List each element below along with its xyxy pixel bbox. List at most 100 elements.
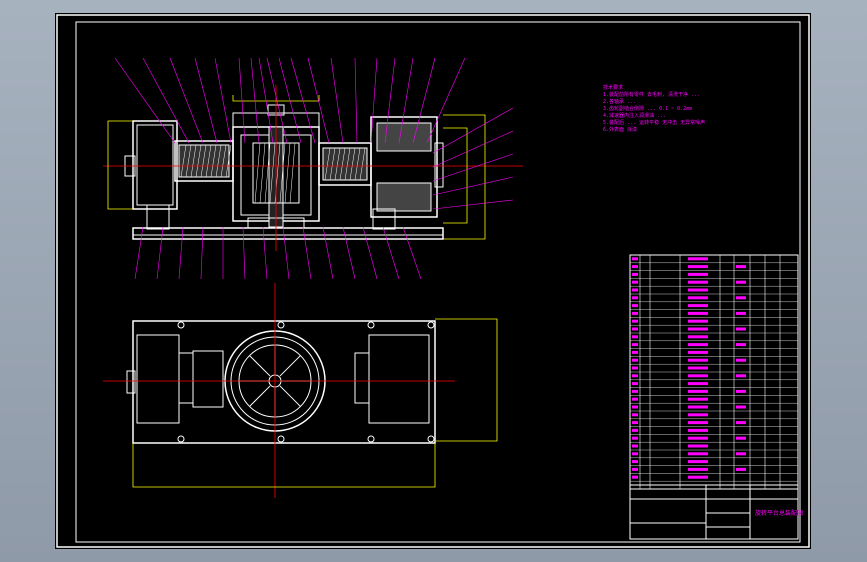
right-shaft-fill xyxy=(322,147,368,181)
right-motor-winding-top xyxy=(376,122,432,152)
hatch-c-7 xyxy=(289,142,296,204)
cell-mat-28 xyxy=(736,467,746,471)
cell-no-11 xyxy=(632,335,638,339)
spoke-7 xyxy=(279,355,301,377)
cell-no-18 xyxy=(632,389,638,393)
cell-no-13 xyxy=(632,350,638,354)
leader-top-14 xyxy=(370,57,378,144)
cell-mat-2 xyxy=(736,265,746,269)
hatch-c-6 xyxy=(284,142,291,204)
cell-name-10 xyxy=(688,327,708,331)
cell-name-29 xyxy=(688,475,708,479)
bolt-1 xyxy=(277,321,285,329)
leader-top-4 xyxy=(214,57,232,144)
cell-mat-14 xyxy=(736,358,746,362)
cell-mat-16 xyxy=(736,374,746,378)
bolt-7 xyxy=(427,435,435,443)
leader-right-1 xyxy=(432,130,514,168)
cell-mat-8 xyxy=(736,311,746,315)
cell-name-8 xyxy=(688,311,708,315)
base-plate xyxy=(132,227,444,240)
cell-no-4 xyxy=(632,280,638,284)
cell-no-23 xyxy=(632,428,638,432)
cell-name-18 xyxy=(688,389,708,393)
right-motor-winding-bottom xyxy=(376,182,432,212)
cell-name-15 xyxy=(688,366,708,370)
spoke-1 xyxy=(279,385,301,407)
technical-requirements: 技术要求 1.装配前所有零件 去毛刺, 清洗干净 ... 2.各轴承 ... 3… xyxy=(603,85,793,134)
cell-no-26 xyxy=(632,452,638,456)
cell-no-21 xyxy=(632,413,638,417)
leader-top-13 xyxy=(354,57,358,144)
dim-left-height xyxy=(107,120,133,210)
plan-right-coupling xyxy=(354,352,370,404)
bolt-6 xyxy=(367,435,375,443)
cell-name-1 xyxy=(688,257,708,261)
cell-name-24 xyxy=(688,436,708,440)
cell-mat-10 xyxy=(736,327,746,331)
cell-name-14 xyxy=(688,358,708,362)
leader-top-12 xyxy=(330,57,344,144)
leader-right-2 xyxy=(432,153,514,182)
plan-left-housing xyxy=(192,350,224,408)
left-housing xyxy=(132,120,178,210)
cell-no-6 xyxy=(632,296,638,300)
note-line-4: 4.减速器内注入润滑油 ... xyxy=(603,113,667,119)
hatch-c-1 xyxy=(259,142,266,204)
dim-right-height-2 xyxy=(443,127,468,224)
bolt-2 xyxy=(367,321,375,329)
cell-no-3 xyxy=(632,272,638,276)
leader-top-7 xyxy=(258,57,274,144)
cell-name-19 xyxy=(688,397,708,401)
bolt-0 xyxy=(177,321,185,329)
cell-no-19 xyxy=(632,397,638,401)
cell-mat-12 xyxy=(736,343,746,347)
cell-no-22 xyxy=(632,421,638,425)
cell-no-24 xyxy=(632,436,638,440)
cell-mat-26 xyxy=(736,452,746,456)
cell-name-4 xyxy=(688,280,708,284)
note-line-5: 5.装配后 ... 运转平稳 无冲击 无异常噪声 xyxy=(603,120,706,126)
cell-name-6 xyxy=(688,296,708,300)
cell-mat-4 xyxy=(736,280,746,284)
note-line-2: 2.各轴承 ... xyxy=(603,99,637,105)
spoke-5 xyxy=(249,355,271,377)
drawing-sheet: 技术要求 1.装配前所有零件 去毛刺, 清洗干净 ... 2.各轴承 ... 3… xyxy=(55,13,811,549)
cell-no-9 xyxy=(632,319,638,323)
cell-no-2 xyxy=(632,265,638,269)
plan-left-coupling xyxy=(178,352,194,404)
cell-name-9 xyxy=(688,319,708,323)
cell-no-25 xyxy=(632,444,638,448)
leader-top-18 xyxy=(426,57,466,144)
spoke-3 xyxy=(249,385,271,407)
cell-mat-6 xyxy=(736,296,746,300)
cell-name-7 xyxy=(688,304,708,308)
note-line-1: 1.装配前所有零件 去毛刺, 清洗干净 ... xyxy=(603,92,701,98)
cell-name-3 xyxy=(688,272,708,276)
cell-name-13 xyxy=(688,350,708,354)
cell-mat-24 xyxy=(736,436,746,440)
dim-plan-height xyxy=(435,318,498,442)
cell-name-27 xyxy=(688,460,708,464)
right-support xyxy=(372,208,396,230)
cell-name-2 xyxy=(688,265,708,269)
plan-end-cap xyxy=(126,370,136,394)
cell-name-22 xyxy=(688,421,708,425)
plan-base xyxy=(132,320,436,444)
cell-no-28 xyxy=(632,467,638,471)
leader-right-3 xyxy=(432,176,514,196)
hatch-c-0 xyxy=(254,142,261,204)
cell-no-8 xyxy=(632,311,638,315)
bolt-3 xyxy=(427,321,435,329)
cell-no-14 xyxy=(632,358,638,362)
cell-name-25 xyxy=(688,444,708,448)
cell-name-28 xyxy=(688,467,708,471)
cell-name-5 xyxy=(688,288,708,292)
cell-name-16 xyxy=(688,374,708,378)
dim-plan-width xyxy=(132,443,436,488)
cell-no-17 xyxy=(632,382,638,386)
dim-right-height xyxy=(443,114,486,240)
leader-top-5 xyxy=(238,57,246,144)
cell-no-29 xyxy=(632,475,638,479)
cell-no-1 xyxy=(632,257,638,261)
